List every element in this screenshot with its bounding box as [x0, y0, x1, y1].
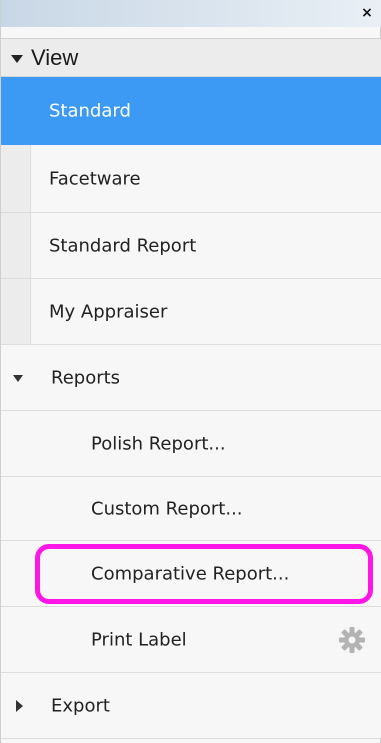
item-gutter: [1, 213, 31, 278]
report-item-label: Polish Report...: [91, 433, 226, 454]
view-item-label: Facetware: [49, 168, 141, 189]
reports-section-label: Reports: [51, 367, 121, 388]
view-item-standard[interactable]: Standard: [1, 77, 381, 145]
report-item-label: Print Label: [91, 629, 187, 650]
report-item-comparative[interactable]: Comparative Report...: [1, 541, 381, 607]
export-section-header[interactable]: Export: [1, 673, 381, 739]
view-item-label: Standard: [49, 100, 131, 121]
close-icon[interactable]: ×: [358, 2, 376, 24]
caret-down-icon: [13, 374, 23, 382]
report-item-label: Custom Report...: [91, 498, 243, 519]
report-item-label: Comparative Report...: [91, 563, 290, 584]
caret-down-icon: [11, 55, 23, 63]
report-item-polish[interactable]: Polish Report...: [1, 411, 381, 477]
view-item-my-appraiser[interactable]: My Appraiser: [1, 279, 381, 345]
view-item-facetware[interactable]: Facetware: [1, 145, 381, 213]
view-item-label: Standard Report: [49, 235, 197, 256]
caret-right-icon: [16, 699, 23, 712]
item-gutter: [1, 279, 31, 344]
report-item-custom[interactable]: Custom Report...: [1, 477, 381, 541]
export-section-label: Export: [51, 695, 110, 716]
reports-section-header[interactable]: Reports: [1, 345, 381, 411]
view-section-header[interactable]: View: [1, 38, 381, 77]
view-section-label: View: [31, 45, 79, 70]
report-item-print-label[interactable]: Print Label: [1, 607, 381, 673]
view-item-label: My Appraiser: [49, 301, 168, 322]
side-panel: × View Standard Facetware Standard Repor…: [0, 0, 381, 743]
view-item-standard-report[interactable]: Standard Report: [1, 213, 381, 279]
item-gutter: [1, 145, 31, 212]
panel-titlebar: ×: [1, 0, 381, 27]
gear-icon[interactable]: [338, 626, 366, 654]
